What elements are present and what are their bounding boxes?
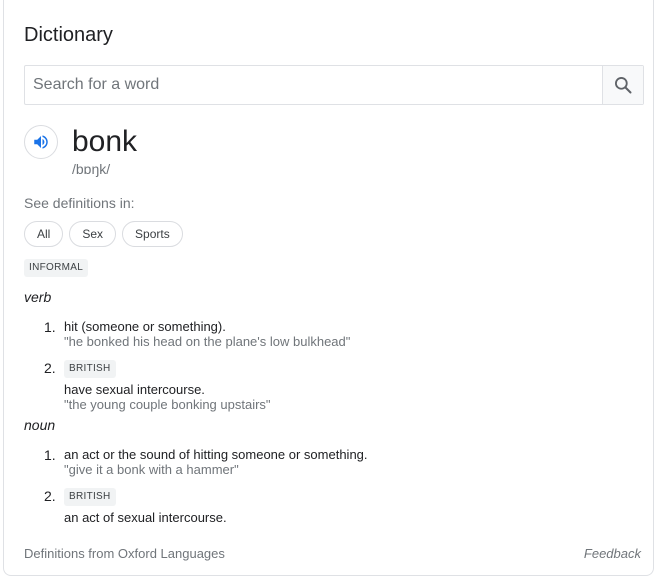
see-definitions-label: See definitions in:	[24, 195, 135, 211]
definition-filter-chips: All Sex Sports	[24, 221, 183, 247]
phonetic-spelling: /bɒŋk/	[72, 161, 111, 177]
source-attribution: Definitions from Oxford Languages	[24, 546, 225, 561]
definition-text: an act of sexual intercourse.	[64, 510, 227, 525]
search-button[interactable]	[602, 66, 643, 104]
definition-number: 2.	[44, 488, 56, 504]
feedback-link[interactable]: Feedback	[584, 546, 641, 561]
definition-number: 2.	[44, 360, 56, 376]
definition-number: 1.	[44, 447, 56, 463]
search-box	[24, 65, 644, 105]
definition-example: "give it a bonk with a hammer"	[64, 462, 239, 477]
dictionary-card: Dictionary bonk /bɒŋk/ See definitions i…	[3, 0, 654, 576]
chip-sports[interactable]: Sports	[122, 221, 183, 247]
definition-text: an act or the sound of hitting someone o…	[64, 447, 368, 462]
register-badge: INFORMAL	[24, 259, 89, 277]
definition-example: "he bonked his head on the plane's low b…	[64, 334, 351, 349]
chip-all[interactable]: All	[24, 221, 64, 247]
part-of-speech-noun: noun	[24, 417, 56, 433]
definition-text: have sexual intercourse.	[64, 382, 205, 397]
headword: bonk	[72, 125, 138, 158]
pronunciation-button[interactable]	[24, 125, 58, 159]
search-input[interactable]	[25, 66, 602, 104]
region-badge: BRITISH	[64, 360, 116, 378]
definition-example: "the young couple bonking upstairs"	[64, 397, 271, 412]
region-badge: BRITISH	[64, 488, 116, 506]
volume-up-icon	[34, 135, 48, 149]
part-of-speech-verb: verb	[24, 289, 52, 305]
definition-text: hit (someone or something).	[64, 319, 226, 334]
definition-number: 1.	[44, 319, 56, 335]
card-title: Dictionary	[24, 24, 113, 46]
search-icon	[615, 77, 632, 94]
chip-sex[interactable]: Sex	[69, 221, 117, 247]
